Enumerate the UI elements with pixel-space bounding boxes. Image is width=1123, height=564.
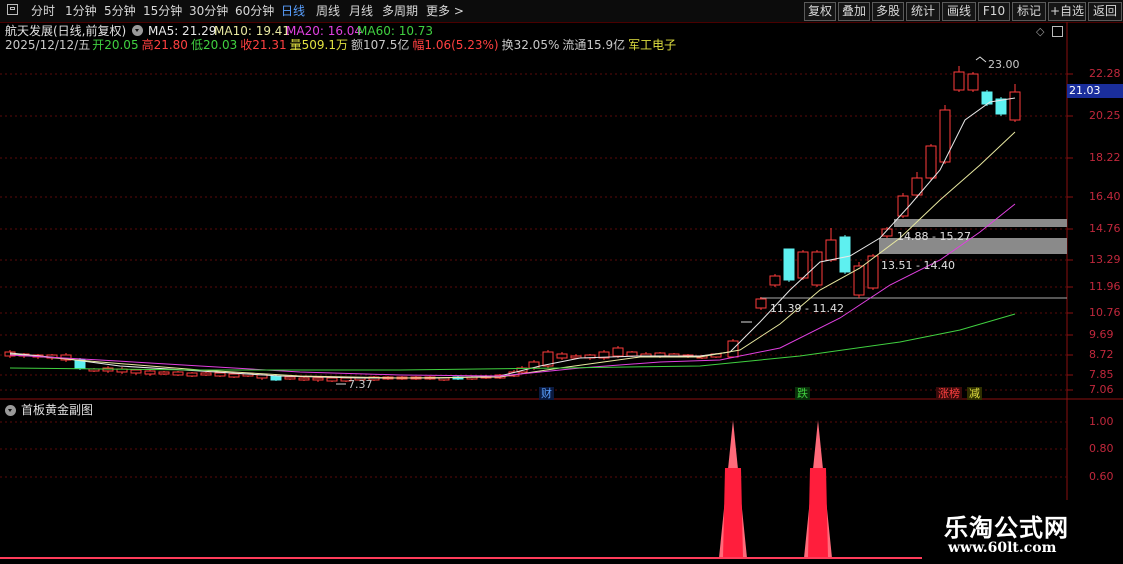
price-axis-label: 13.29 (1089, 253, 1121, 266)
price-axis-label: 7.85 (1089, 368, 1114, 381)
candle-body (326, 377, 338, 382)
quote-field: 幅1.06(5.23%) (412, 38, 499, 52)
candle-body (130, 369, 142, 374)
low-price-label: 7.37 (348, 378, 373, 391)
candle-body (1009, 91, 1021, 121)
marker-finance[interactable]: 财 (539, 387, 554, 400)
candle-body (172, 371, 184, 376)
price-axis-label: 22.28 (1089, 67, 1121, 80)
current-price-tag: 21.03 (1067, 84, 1123, 98)
candle-body (312, 377, 324, 381)
candle-body (612, 347, 624, 357)
candle-body (953, 71, 965, 91)
candle-body (186, 372, 198, 377)
zone-label-3: 11.39 - 11.42 (770, 302, 844, 315)
price-axis-label: 9.69 (1089, 328, 1114, 341)
candle-body (228, 373, 240, 378)
candle-body (783, 248, 795, 281)
panel-maximize-icon[interactable] (1052, 26, 1063, 37)
marker-reduce[interactable]: 减 (967, 387, 982, 400)
price-axis-label: 16.40 (1089, 190, 1121, 203)
price-axis-label: 11.96 (1089, 280, 1121, 293)
marker-limit-up-list[interactable]: 涨榜 (936, 387, 962, 400)
sub-axis-1: 1.00 (1089, 415, 1114, 428)
quote-field: 流通15.9亿 (562, 38, 626, 52)
ma-dropdown-icon[interactable] (132, 25, 143, 36)
high-price-label: 23.00 (988, 58, 1020, 71)
candle-body (967, 73, 979, 91)
ma20-label: MA20: 16.04 (286, 24, 363, 38)
ma10-line (9, 131, 1016, 379)
ma60-line (9, 313, 1016, 371)
quote-field: 换32.05% (501, 38, 560, 52)
quote-field: 高21.80 (141, 38, 188, 52)
price-axis-label: 18.22 (1089, 151, 1121, 164)
candle-body (158, 371, 170, 375)
candle-body (626, 351, 638, 357)
price-axis-label: 10.76 (1089, 306, 1121, 319)
price-axis-label: 7.06 (1089, 383, 1114, 396)
resistance-zone-1 (894, 219, 1067, 227)
watermark-name: 乐淘公式网 (944, 513, 1069, 542)
candle-body (825, 239, 837, 261)
candle-body (755, 298, 767, 309)
candle-body (144, 370, 156, 375)
signal-spike-inner (723, 468, 743, 558)
sub-panel-title: 首板黄金副图 (21, 403, 94, 417)
quote-field: 量509.1万 (289, 38, 349, 52)
quote-field: 额107.5亿 (351, 38, 410, 52)
candle-body (556, 353, 568, 359)
candle-body (270, 375, 282, 381)
sub-axis-2: 0.80 (1089, 442, 1114, 455)
price-axis-label: 8.72 (1089, 348, 1114, 361)
ma5-line (9, 97, 1016, 379)
candle-body (939, 109, 951, 163)
candle-body (200, 372, 212, 376)
price-axis-label: 20.25 (1089, 109, 1121, 122)
watermark-logo: 乐淘公式网 www.60lt.com (922, 500, 1123, 564)
ma5-label: MA5: 21.29 (148, 24, 217, 38)
quote-field: 低20.03 (190, 38, 238, 52)
quote-row: 2025/12/12/五 开20.05 高21.80 低20.03 收21.31 量509… (5, 38, 679, 52)
marker-drop[interactable]: 跌 (795, 387, 810, 400)
quote-field: 军工电子 (628, 38, 677, 52)
candle-body (769, 275, 781, 286)
kline-chart[interactable] (0, 0, 1123, 564)
candle-body (298, 377, 310, 381)
quote-field: 开20.05 (92, 38, 139, 52)
quote-field: 收21.31 (240, 38, 287, 52)
watermark-url: www.60lt.com (948, 540, 1057, 556)
high-leader (975, 56, 987, 63)
stock-title: 航天发展(日线,前复权) (5, 24, 127, 38)
zone-label-2: 13.51 - 14.40 (881, 259, 955, 272)
sub-axis-3: 0.60 (1089, 470, 1114, 483)
sub-panel-dropdown-icon[interactable] (5, 405, 16, 416)
diamond-icon[interactable]: ◇ (1036, 25, 1044, 38)
candle-body (925, 145, 937, 179)
quote-field: 2025/12/12/五 (5, 38, 91, 52)
zone-label-1: 14.88 - 15.27 (897, 230, 971, 243)
ma60-label: MA60: 10.73 (357, 24, 434, 38)
price-axis-label: 14.76 (1089, 222, 1121, 235)
candle-body (284, 376, 296, 380)
signal-spike-inner (808, 468, 828, 558)
candle-body (214, 372, 226, 377)
candle-body (839, 236, 851, 273)
ma10-label: MA10: 19.41 (214, 24, 291, 38)
